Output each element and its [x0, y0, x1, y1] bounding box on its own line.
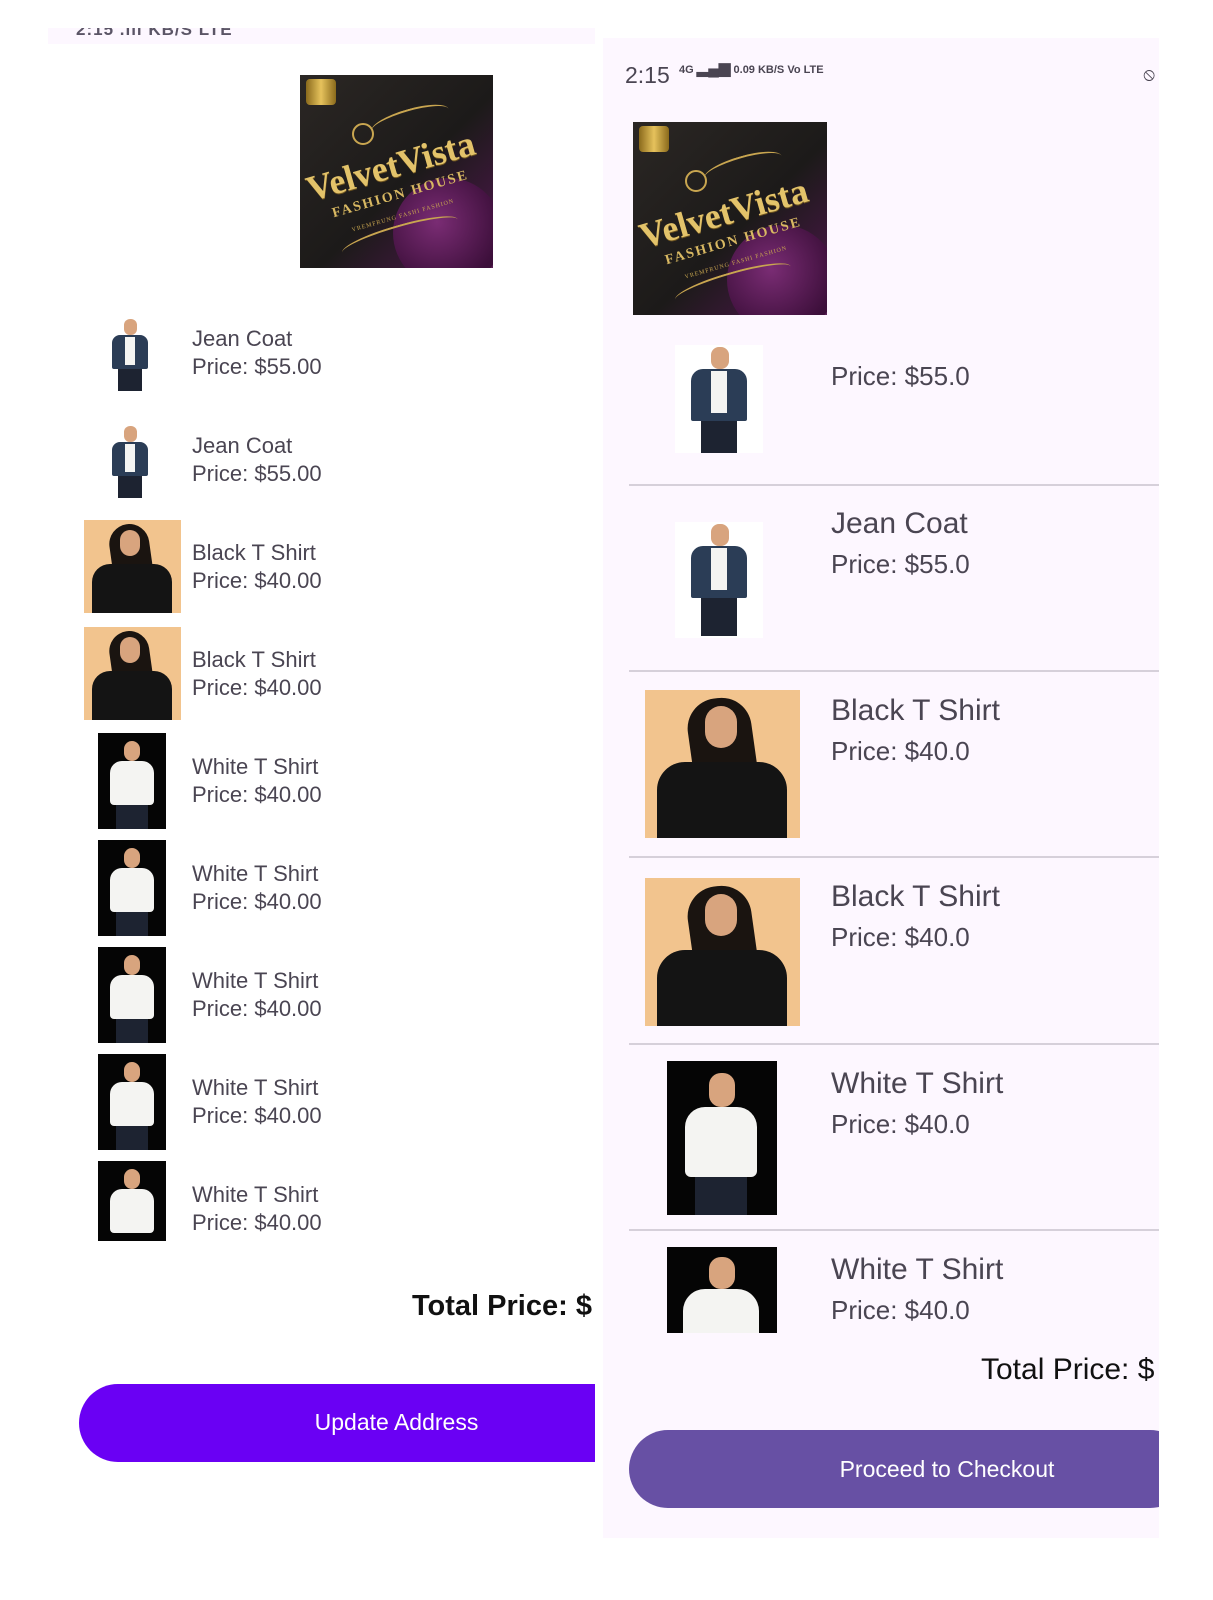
jean-coat-image [675, 522, 763, 638]
cart-item[interactable]: Black T Shirt Price: $40.00 [48, 627, 595, 741]
cart-item[interactable]: White T Shirt Price: $40.00 [48, 840, 595, 955]
item-price: Price: $55.00 [192, 461, 322, 486]
cart-item[interactable]: Black T Shirt Price: $40.00 [48, 520, 595, 634]
item-name: Black T Shirt [192, 540, 316, 565]
cart-item[interactable]: White T Shirt Price: $40.0 [629, 1231, 1159, 1417]
scroll-clip [629, 315, 1159, 338]
jean-coat-image [100, 424, 160, 500]
item-name: White T Shirt [831, 1253, 1004, 1286]
item-name: White T Shirt [192, 1075, 319, 1100]
item-name: Jean Coat [831, 507, 968, 540]
black-t-shirt-image [645, 878, 800, 1026]
item-price: Price: $55.0 [831, 361, 970, 391]
brand-logo-overlay [633, 122, 827, 315]
item-price: Price: $40.0 [831, 922, 970, 952]
item-name: Black T Shirt [192, 647, 316, 672]
item-name: White T Shirt [831, 1067, 1004, 1100]
button-label: Proceed to Checkout [839, 1456, 1055, 1482]
black-t-shirt-image [645, 690, 800, 838]
cart-item[interactable]: White T Shirt Price: $40.00 [48, 947, 595, 1062]
item-price: Price: $40.0 [831, 736, 970, 766]
item-name: Jean Coat [192, 433, 293, 458]
item-name: White T Shirt [192, 968, 319, 993]
black-t-shirt-image [84, 520, 181, 613]
brand-logo: VelvetVista FASHION HOUSE VREMFRUNG FASH… [300, 75, 493, 268]
vibrate-icon: ⦸ [1143, 64, 1155, 84]
cart-item[interactable]: Jean Coat Price: $55.00 [48, 420, 595, 527]
status-text: 2:15 .ııı KB/S LTE [76, 28, 233, 39]
data-speed: 0.09 KB/S [733, 64, 785, 76]
jean-coat-image [675, 345, 763, 453]
cart-item[interactable]: White T Shirt Price: $40.00 [48, 1161, 595, 1276]
item-price: Price: $40.00 [192, 782, 322, 807]
white-t-shirt-image [98, 947, 166, 1043]
item-price: Price: $55.00 [192, 354, 322, 379]
item-price: Price: $40.00 [192, 568, 322, 593]
item-price: Price: $40.0 [831, 1295, 970, 1325]
item-price: Price: $40.00 [192, 996, 322, 1021]
item-name: Black T Shirt [831, 694, 1000, 727]
white-t-shirt-image [667, 1247, 777, 1333]
network-label: 4G [679, 64, 694, 76]
item-price: Price: $40.00 [192, 1210, 322, 1235]
total-price: Total Price: $ [412, 1290, 592, 1322]
button-label: Update Address [314, 1409, 479, 1435]
white-t-shirt-image [98, 840, 166, 936]
item-name: White T Shirt [192, 861, 319, 886]
jean-coat-image [100, 317, 160, 393]
status-bar: 2:15 .ııı KB/S LTE [48, 28, 595, 44]
total-price: Total Price: $ [981, 1353, 1155, 1386]
cart-item[interactable]: Black T Shirt Price: $40.0 [629, 672, 1159, 858]
white-t-shirt-image [98, 733, 166, 829]
black-t-shirt-image [84, 627, 181, 720]
update-address-button[interactable]: Update Address [79, 1384, 595, 1462]
item-price: Price: $40.00 [192, 1103, 322, 1128]
cart-item[interactable]: Black T Shirt Price: $40.0 [629, 858, 1159, 1044]
item-name: White T Shirt [192, 1182, 319, 1207]
cart-item[interactable]: Jean Coat Price: $55.0 [629, 486, 1159, 672]
volte-label: Vo LTE [787, 64, 824, 76]
item-name: White T Shirt [192, 754, 319, 779]
item-price: Price: $40.00 [192, 889, 322, 914]
cart-item[interactable]: White T Shirt Price: $40.00 [48, 1054, 595, 1169]
right-phone-screen: 2:15 4G ▂▄▆ 0.09 KB/S Vo LTE ⦸ VelvetVis… [603, 38, 1159, 1538]
logo-ornament [352, 123, 374, 145]
item-name: Jean Coat [192, 326, 293, 351]
cart-item[interactable]: White T Shirt Price: $40.0 [629, 1045, 1159, 1231]
proceed-to-checkout-button[interactable]: Proceed to Checkout [629, 1430, 1159, 1508]
signal-icon: ▂▄▆ [696, 60, 731, 77]
thread-spool-icon [306, 79, 336, 105]
cart-item[interactable]: White T Shirt Price: $40.00 [48, 733, 595, 848]
item-price: Price: $55.0 [831, 549, 970, 579]
status-icons: 4G ▂▄▆ 0.09 KB/S Vo LTE [679, 61, 824, 76]
left-phone-screen: 2:15 .ııı KB/S LTE VelvetVista FASHION H… [48, 28, 595, 1588]
white-t-shirt-image [667, 1061, 777, 1215]
item-price: Price: $40.00 [192, 675, 322, 700]
white-t-shirt-image [98, 1161, 166, 1241]
white-t-shirt-image [98, 1054, 166, 1150]
item-price: Price: $40.0 [831, 1109, 970, 1139]
status-time: 2:15 [625, 62, 670, 88]
cart-item[interactable]: Jean Coat Price: $55.00 [48, 313, 595, 420]
item-name: Black T Shirt [831, 880, 1000, 913]
